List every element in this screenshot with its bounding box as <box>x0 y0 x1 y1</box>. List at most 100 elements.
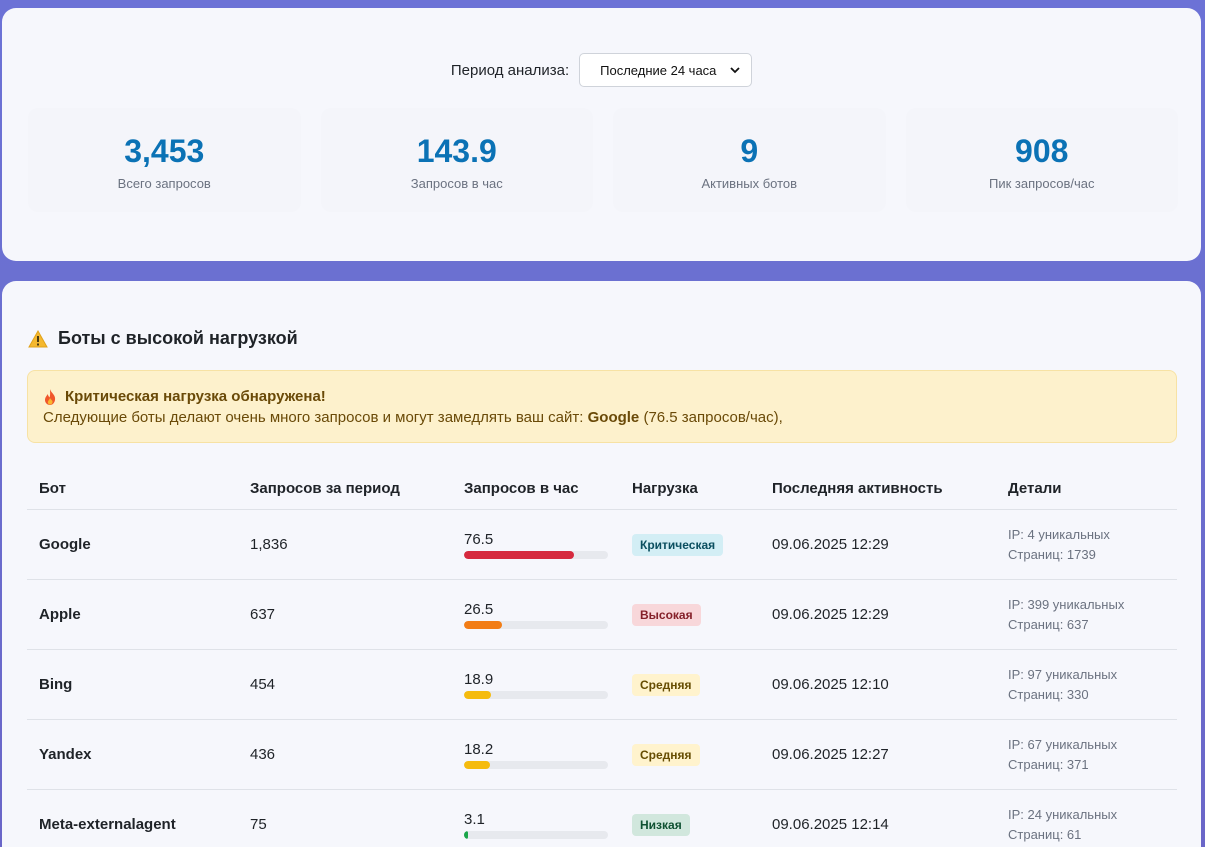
warning-icon <box>28 329 48 347</box>
bot-name: Bing <box>39 676 73 693</box>
requests-count: 637 <box>250 606 276 623</box>
table-row: Meta-externalagent 75 3.1 Низкая 09.06.2025 … <box>27 790 1177 847</box>
details: IP: 97 уникальных Страниц: 330 <box>1008 665 1189 705</box>
load-bar-fill <box>464 760 491 769</box>
pages-count: Страниц: 637 <box>1008 616 1089 632</box>
load-bar <box>464 690 608 699</box>
load-bar <box>464 620 608 629</box>
pages-count: Страниц: 371 <box>1008 756 1089 772</box>
pages-count: Страниц: 1739 <box>1008 546 1096 562</box>
column-header: Нагрузка <box>632 480 698 497</box>
requests-count: 1,836 <box>250 536 288 553</box>
rate-cell: 18.9 <box>464 671 632 699</box>
column-header: Бот <box>39 480 66 497</box>
high-load-bots-card: Боты с высокой нагрузкой Критическая наг… <box>2 281 1201 847</box>
table-header: Бот Запросов за период Запросов в час На… <box>27 468 1177 510</box>
period-select-value: Последние 24 часа <box>600 62 717 78</box>
details: IP: 399 уникальных Страниц: 637 <box>1008 595 1189 635</box>
table-row: Apple 637 26.5 Высокая 09.06.2025 12:29 IP: 3… <box>27 580 1177 650</box>
column-header: Запросов за период <box>250 480 400 497</box>
last-activity: 09.06.2025 12:29 <box>772 606 889 623</box>
column-header: Запросов в час <box>464 480 579 497</box>
summary-card: Период анализа: Последние 24 часа 3,453 … <box>2 8 1201 261</box>
bot-name: Meta-externalagent <box>39 816 176 833</box>
details: IP: 67 уникальных Страниц: 371 <box>1008 735 1189 775</box>
load-bar <box>464 550 608 559</box>
last-activity: 09.06.2025 12:27 <box>772 746 889 763</box>
stat-label: Запросов в час <box>410 176 503 191</box>
stats-row: 3,453 Всего запросов 143.9 Запросов в ча… <box>28 108 1178 212</box>
load-badge: Средняя <box>632 743 700 766</box>
period-select[interactable]: Последние 24 часа <box>579 53 753 87</box>
stat-label: Пик запросов/час <box>989 176 1095 191</box>
alert-title: Критическая нагрузка обнаружена! <box>43 388 1161 405</box>
stat-requests-per-hour: 143.9 Запросов в час <box>320 108 593 212</box>
rate-cell: 3.1 <box>464 811 632 839</box>
table-row: Yandex 436 18.2 Средняя 09.06.2025 12:27 IP: … <box>27 720 1177 790</box>
alert-text: Следующие боты делают очень много запрос… <box>43 409 1161 426</box>
unique-ips: IP: 4 уникальных <box>1008 526 1110 542</box>
alert-text-prefix: Следующие боты делают очень много запрос… <box>43 409 588 426</box>
rate-value: 26.5 <box>464 600 494 618</box>
alert-title-text: Критическая нагрузка обнаружена! <box>65 388 326 405</box>
details: IP: 24 уникальных Страниц: 61 <box>1008 805 1189 845</box>
last-activity: 09.06.2025 12:10 <box>772 676 889 693</box>
rate-value: 18.2 <box>464 740 494 758</box>
table-body: Google 1,836 76.5 Критическая 09.06.2025 12:… <box>27 510 1177 847</box>
requests-count: 75 <box>250 816 267 833</box>
last-activity: 09.06.2025 12:14 <box>772 816 889 833</box>
table-row: Bing 454 18.9 Средняя 09.06.2025 12:10 IP: 97… <box>27 650 1177 720</box>
requests-count: 436 <box>250 746 276 763</box>
load-bar-fill <box>464 620 503 629</box>
column-header: Последняя активность <box>772 480 943 497</box>
alert-text-suffix: (76.5 запросов/час), <box>639 409 783 426</box>
unique-ips: IP: 399 уникальных <box>1008 596 1125 612</box>
stat-value: 908 <box>1015 133 1069 169</box>
load-badge: Критическая <box>632 533 724 556</box>
load-badge: Средняя <box>632 673 700 696</box>
alert-bot-name: Google <box>587 409 640 426</box>
load-bar-fill <box>464 830 469 839</box>
table-row: Google 1,836 76.5 Критическая 09.06.2025 12:… <box>27 510 1177 580</box>
bots-table: Бот Запросов за период Запросов в час На… <box>27 468 1177 847</box>
chevron-down-icon <box>730 67 740 74</box>
load-bar <box>464 830 608 839</box>
fire-icon <box>45 388 56 405</box>
stat-value: 143.9 <box>416 133 497 169</box>
bot-name: Yandex <box>39 746 92 763</box>
unique-ips: IP: 24 уникальных <box>1008 806 1118 822</box>
bot-name: Google <box>39 536 91 553</box>
pages-count: Страниц: 61 <box>1008 826 1082 842</box>
section-title-text: Боты с высокой нагрузкой <box>58 328 298 348</box>
period-label: Период анализа: <box>450 61 570 79</box>
last-activity: 09.06.2025 12:29 <box>772 536 889 553</box>
stat-active-bots: 9 Активных ботов <box>613 108 886 212</box>
unique-ips: IP: 97 уникальных <box>1008 666 1118 682</box>
rate-value: 18.9 <box>464 670 494 688</box>
load-badge: Высокая <box>632 603 701 626</box>
stat-total-requests: 3,453 Всего запросов <box>28 108 301 212</box>
stat-value: 3,453 <box>124 133 205 169</box>
stat-peak-requests: 908 Пик запросов/час <box>905 108 1178 212</box>
load-bar <box>464 760 608 769</box>
critical-load-alert: Критическая нагрузка обнаружена! Следующ… <box>27 370 1177 443</box>
requests-count: 454 <box>250 676 276 693</box>
rate-value: 76.5 <box>464 530 494 548</box>
stat-label: Всего запросов <box>117 176 211 191</box>
section-title: Боты с высокой нагрузкой <box>28 328 298 349</box>
rate-value: 3.1 <box>464 810 485 828</box>
load-bar-fill <box>464 690 492 699</box>
rate-cell: 18.2 <box>464 741 632 769</box>
stat-label: Активных ботов <box>701 176 798 191</box>
unique-ips: IP: 67 уникальных <box>1008 736 1118 752</box>
rate-cell: 76.5 <box>464 531 632 559</box>
pages-count: Страниц: 330 <box>1008 686 1089 702</box>
load-badge: Низкая <box>632 813 690 836</box>
period-filter: Период анализа: Последние 24 часа <box>2 53 1201 87</box>
bot-name: Apple <box>39 606 81 623</box>
rate-cell: 26.5 <box>464 601 632 629</box>
load-bar-fill <box>464 550 575 559</box>
column-header: Детали <box>1008 480 1062 497</box>
details: IP: 4 уникальных Страниц: 1739 <box>1008 525 1189 565</box>
stat-value: 9 <box>740 133 759 169</box>
